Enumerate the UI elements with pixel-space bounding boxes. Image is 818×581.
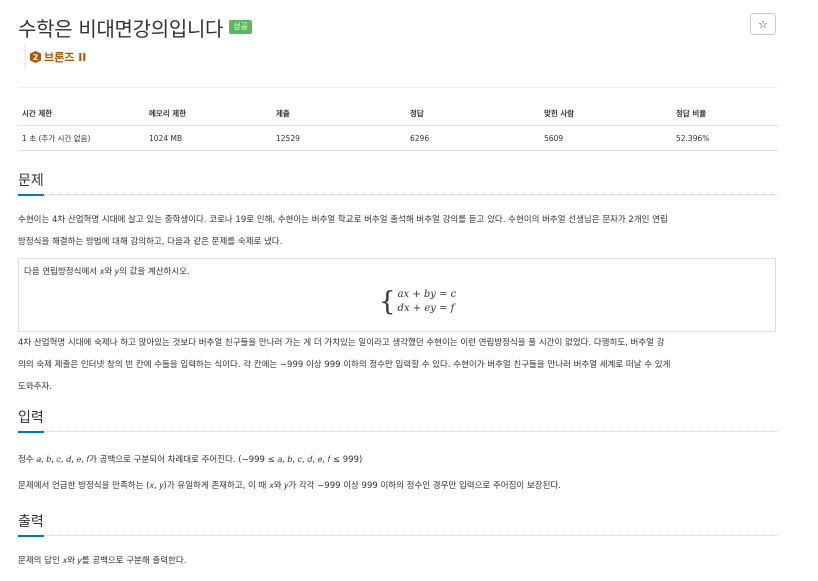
- brace-symbol: {: [379, 287, 396, 317]
- header-submissions: 제출: [272, 101, 406, 126]
- problem-section-heading: 문제: [18, 172, 778, 196]
- problem-line: 도와주자.: [18, 382, 52, 392]
- accept-ratio-value: 52.396%: [672, 125, 778, 151]
- problem-line: 방정식을 해결하는 방법에 대해 강의하고, 다음과 같은 문제를 숙제로 냈다…: [18, 237, 283, 247]
- table-row: 1 초 (추가 시간 없음) 1024 MB 12529 6296 5609 5…: [18, 125, 778, 151]
- header-memory-limit: 메모리 제한: [145, 101, 272, 126]
- input-section-heading: 입력: [18, 409, 778, 433]
- status-badge: 성공: [229, 20, 252, 34]
- output-section-title: 출력: [18, 513, 44, 537]
- divider: [18, 87, 778, 88]
- problem-section-title: 문제: [18, 172, 44, 196]
- tier-label: 브론즈 II: [44, 51, 87, 64]
- time-limit-value: 1 초 (추가 시간 없음): [18, 125, 145, 151]
- problem-story: 4차 산업혁명 시대에 숙제나 하고 앉아있는 것보다 버추얼 친구들을 만나러…: [18, 332, 778, 398]
- solved-users-value: 5609: [540, 125, 672, 151]
- output-description: 문제의 답인 𝑥와 𝑦를 공백으로 구분해 출력한다.: [18, 550, 778, 572]
- header-accepted: 정답: [406, 101, 540, 126]
- accepted-value: 6296: [406, 125, 540, 151]
- input-section-title: 입력: [18, 409, 44, 433]
- equation-system: { ax + by = c dx + ey = f: [379, 287, 456, 317]
- tier-icon: 2: [30, 51, 41, 63]
- equation-line-1: ax + by = c: [397, 289, 457, 300]
- problem-info-table: 시간 제한 메모리 제한 제출 정답 맞힌 사람 정답 비율 1 초 (추가 시…: [18, 101, 778, 151]
- submissions-value: 12529: [272, 125, 406, 151]
- input-description: 정수 𝑎, 𝑏, 𝑐, 𝑑, 𝑒, 𝑓가 공백으로 구분되어 차례대로 주어진다…: [18, 449, 778, 497]
- table-header-row: 시간 제한 메모리 제한 제출 정답 맞힌 사람 정답 비율: [18, 101, 778, 126]
- header-time-limit: 시간 제한: [18, 101, 145, 126]
- problem-line: 수현이는 4차 산업혁명 시대에 살고 있는 중학생이다. 코로나 19로 인해…: [18, 215, 668, 225]
- equation-intro: 다음 연립방정식에서 𝑥와 𝑦의 값을 계산하시오.: [24, 267, 190, 277]
- problem-line: 의의 숙제 제출은 인터넷 창의 빈 칸에 수들을 입력하는 식이다. 각 칸에…: [18, 360, 671, 370]
- problem-description: 수현이는 4차 산업혁명 시대에 살고 있는 중학생이다. 코로나 19로 인해…: [18, 209, 778, 253]
- output-section-heading: 출력: [18, 513, 778, 537]
- input-line: 정수 𝑎, 𝑏, 𝑐, 𝑑, 𝑒, 𝑓가 공백으로 구분되어 차례대로 주어진다…: [18, 455, 363, 465]
- equation-box: 다음 연립방정식에서 𝑥와 𝑦의 값을 계산하시오. { ax + by = c…: [18, 258, 776, 332]
- favorite-star-button[interactable]: ☆: [750, 13, 776, 35]
- equation-line-2: dx + ey = f: [397, 303, 455, 314]
- output-line: 문제의 답인 𝑥와 𝑦를 공백으로 구분해 출력한다.: [18, 556, 187, 566]
- problem-header: 수학은 비대면강의입니다 성공: [18, 12, 252, 42]
- header-solved-users: 맞힌 사람: [540, 101, 672, 126]
- star-icon: ☆: [758, 17, 768, 31]
- memory-limit-value: 1024 MB: [145, 125, 272, 151]
- problem-line: 4차 산업혁명 시대에 숙제나 하고 앉아있는 것보다 버추얼 친구들을 만나러…: [18, 338, 665, 348]
- header-accept-ratio: 정답 비율: [672, 101, 778, 126]
- page-title: 수학은 비대면강의입니다: [18, 16, 224, 41]
- input-line: 문제에서 언급한 방정식을 만족하는 (𝑥, 𝑦)가 유일하게 존재하고, 이 …: [18, 481, 561, 491]
- tier-badge[interactable]: 2 브론즈 II: [24, 44, 86, 70]
